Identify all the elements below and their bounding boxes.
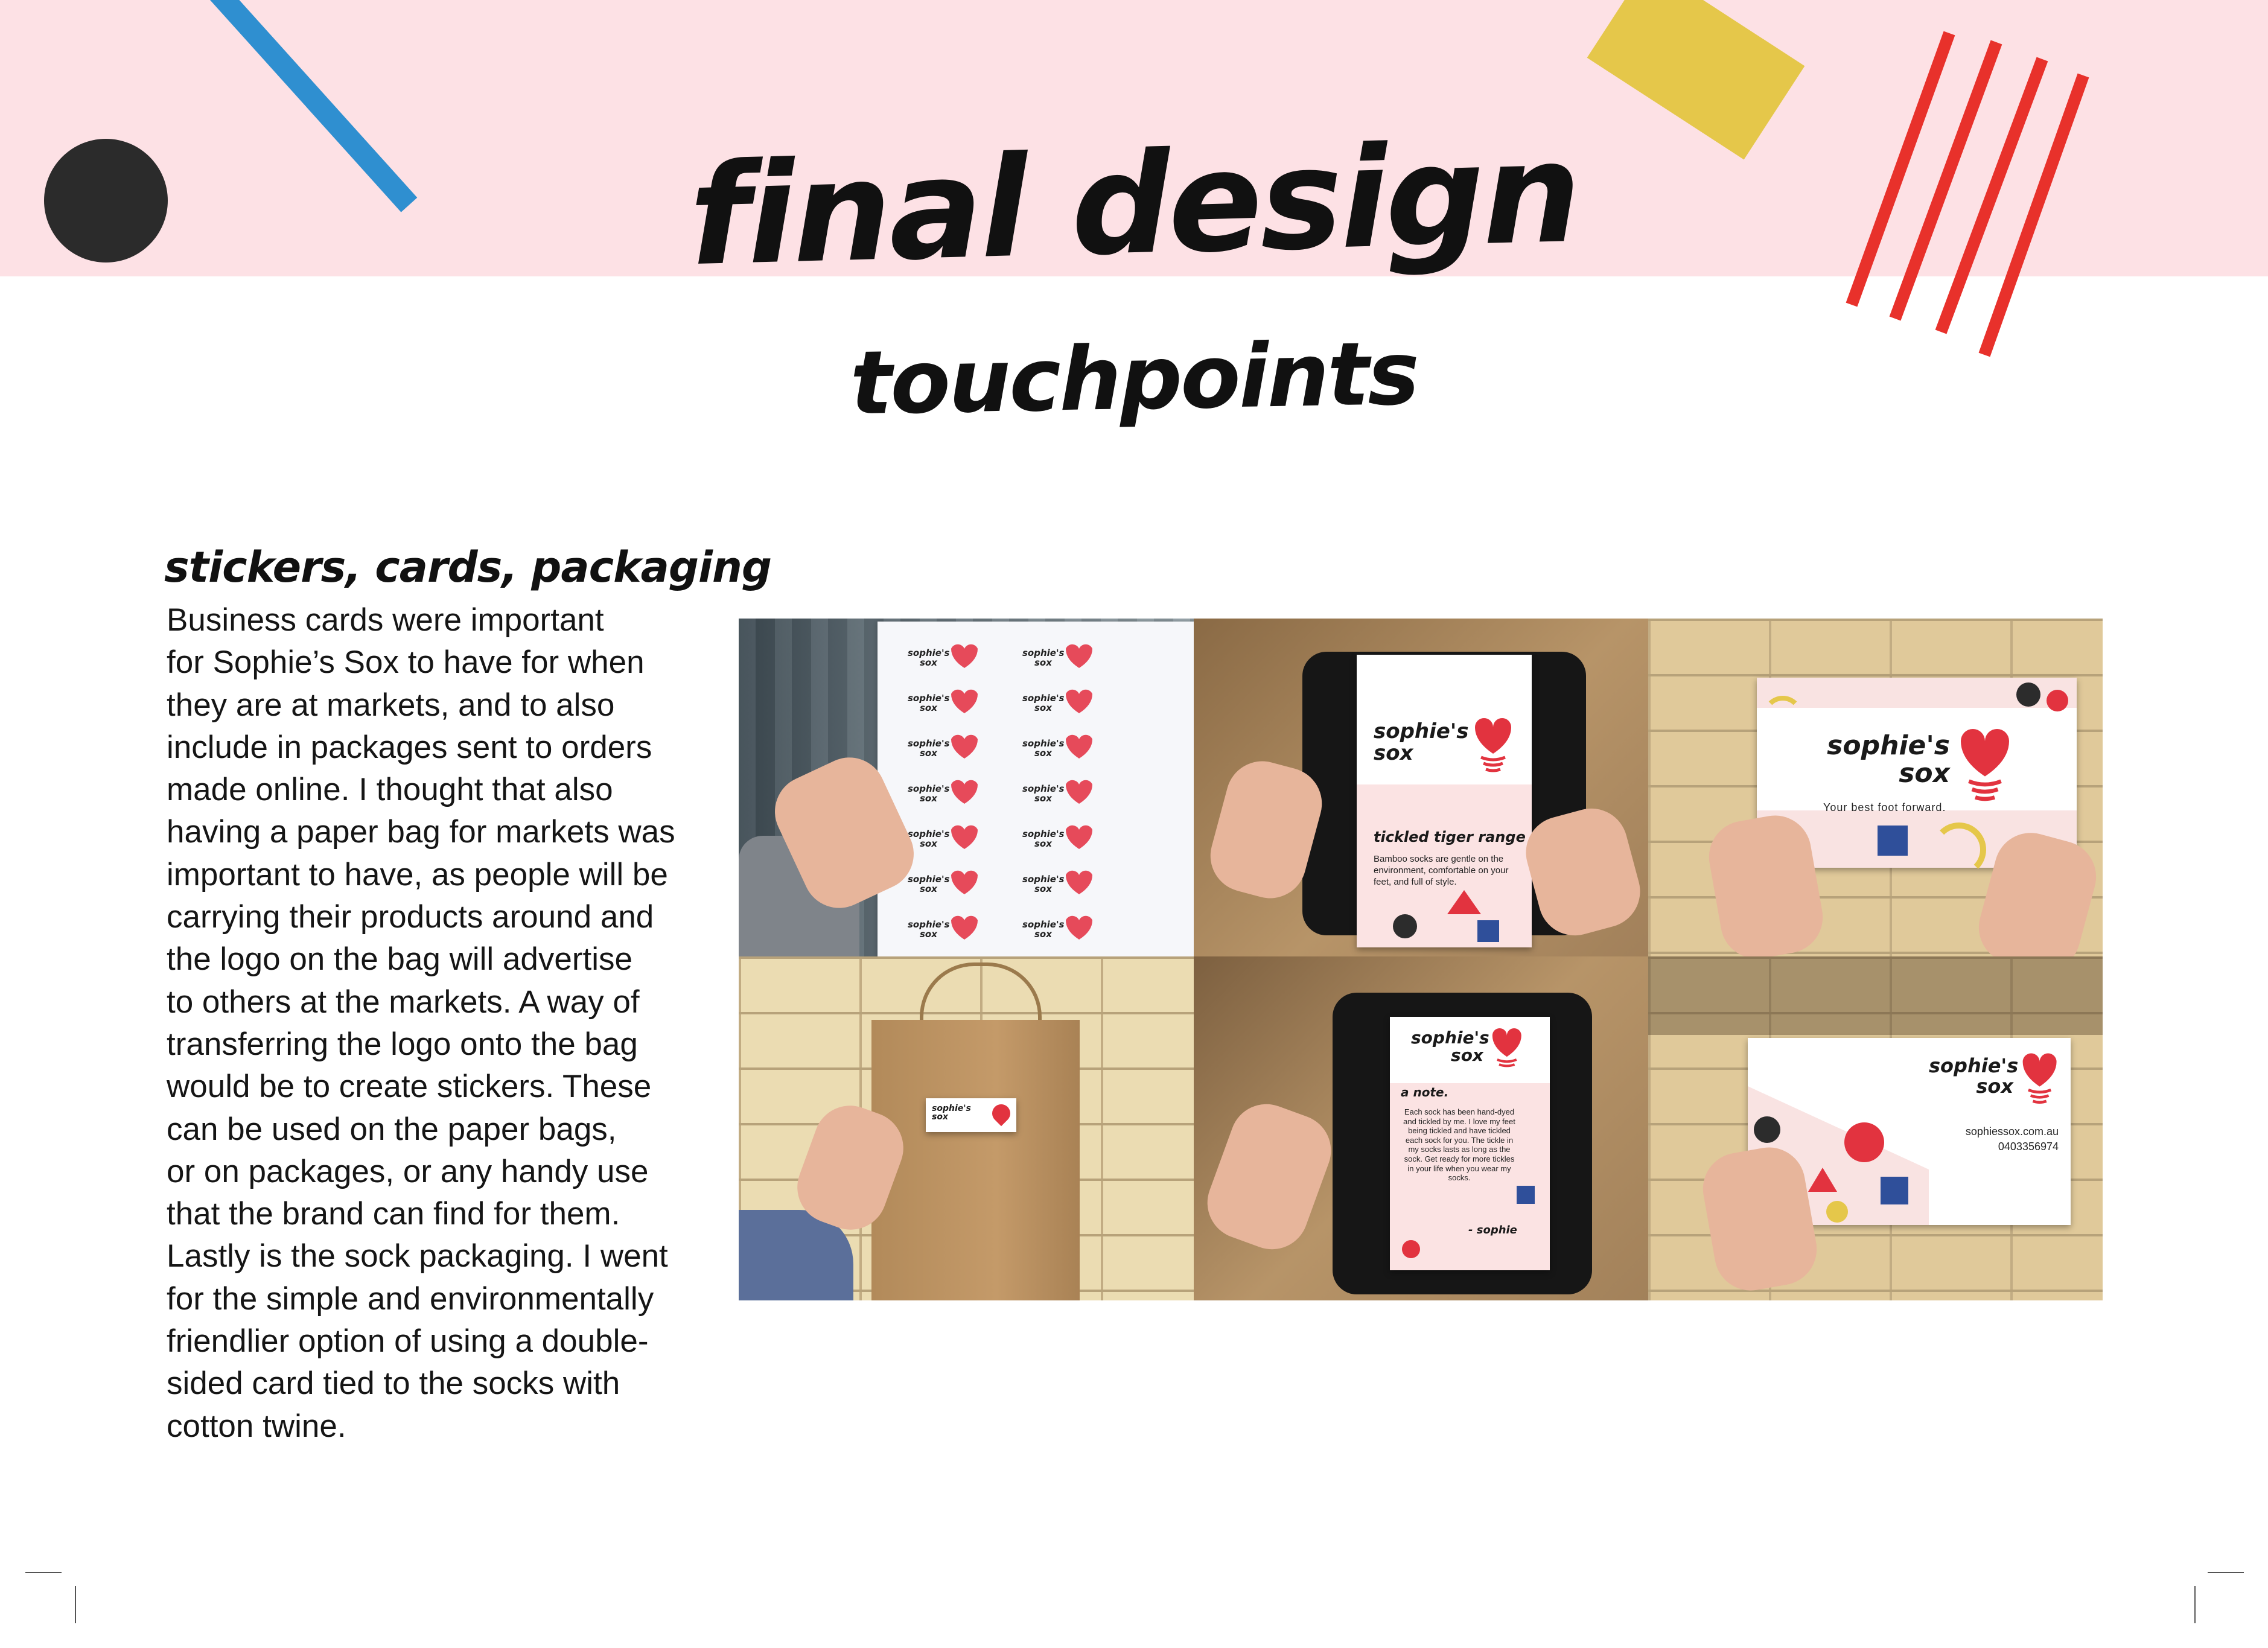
svg-text:sox: sox <box>920 883 938 894</box>
heart-foot-icon <box>1492 1028 1521 1067</box>
note-text: Each sock has been hand-dyed and tickled… <box>1403 1107 1515 1183</box>
photo-sock-card-front: sophie's sox tickled tiger range Bamboo … <box>1194 619 1648 956</box>
crop-mark <box>2208 1572 2244 1573</box>
business-card-website: sophiessox.com.au <box>1965 1125 2059 1137</box>
range-text: Bamboo socks are gentle on the environme… <box>1374 854 1509 887</box>
svg-text:sox: sox <box>1034 883 1053 894</box>
svg-text:sox: sox <box>920 929 938 940</box>
hand-shape <box>1197 1093 1342 1260</box>
sock-card-back: sophie's sox a note. Each sock has been … <box>1390 1017 1550 1270</box>
page-subtitle: touchpoints <box>849 322 1419 435</box>
heart-foot-icon <box>1475 718 1511 772</box>
business-card-tagline: Your best foot forward. <box>1823 801 1946 813</box>
crop-mark <box>75 1586 76 1623</box>
card-brand-name: sophie's sox <box>1374 719 1469 765</box>
sticker-labels-grid: sophie'ssox sophie'ssox sophie'ssox soph… <box>908 644 1092 940</box>
svg-text:sox: sox <box>920 702 938 713</box>
photo-business-card-back: sophie's sox sophiessox.com.au 040335697… <box>1648 956 2103 1300</box>
business-card-phone: 0403356974 <box>1998 1141 2059 1153</box>
section-body-text: Business cards were important for Sophie… <box>167 602 675 1444</box>
svg-text:sox: sox <box>920 657 938 668</box>
business-card-brand-name: sophie's sox <box>1827 730 1950 789</box>
heart-foot-icon <box>1961 729 2009 801</box>
photo-sticker-sheet: sophie's sox sophie's sox sophie's sox soph… <box>739 619 1194 956</box>
svg-text:sox: sox <box>1034 793 1053 804</box>
business-card-back-brand: sophie's sox <box>1929 1054 2019 1098</box>
photo-paper-bag: sophie's sox <box>739 956 1194 1300</box>
heart-foot-icon <box>2022 1053 2057 1104</box>
range-title: tickled tiger range <box>1374 829 1526 845</box>
shadow-shape <box>1648 956 2103 1035</box>
svg-text:sox: sox <box>1034 702 1053 713</box>
photo-business-card-front: sophie's sox Your best foot forward. <box>1648 619 2103 956</box>
card-back-brand-name: sophie's sox <box>1411 1028 1489 1066</box>
photo-sock-card-back: sophie's sox a note. Each sock has been … <box>1194 956 1648 1300</box>
svg-text:sox: sox <box>1034 657 1053 668</box>
note-title: a note. <box>1401 1085 1449 1099</box>
bag-sticker: sophie's sox <box>926 1098 1016 1132</box>
sock-card-front: sophie's sox tickled tiger range Bamboo … <box>1357 655 1532 947</box>
svg-text:sox: sox <box>1034 748 1053 759</box>
crop-mark <box>2194 1586 2196 1623</box>
paper-bag-shape <box>871 1020 1080 1300</box>
note-signature: - sophie <box>1468 1224 1517 1236</box>
svg-text:sox: sox <box>1034 929 1053 940</box>
photo-grid: sophie's sox sophie's sox sophie's sox soph… <box>739 619 2103 1300</box>
crop-mark <box>25 1572 62 1573</box>
bag-sticker-brand: sophie's sox <box>932 1104 971 1122</box>
section-heading: stickers, cards, packaging <box>164 542 772 592</box>
svg-text:sox: sox <box>1034 838 1053 849</box>
svg-text:sox: sox <box>920 838 938 849</box>
svg-text:sox: sox <box>920 793 938 804</box>
svg-text:sox: sox <box>920 748 938 759</box>
